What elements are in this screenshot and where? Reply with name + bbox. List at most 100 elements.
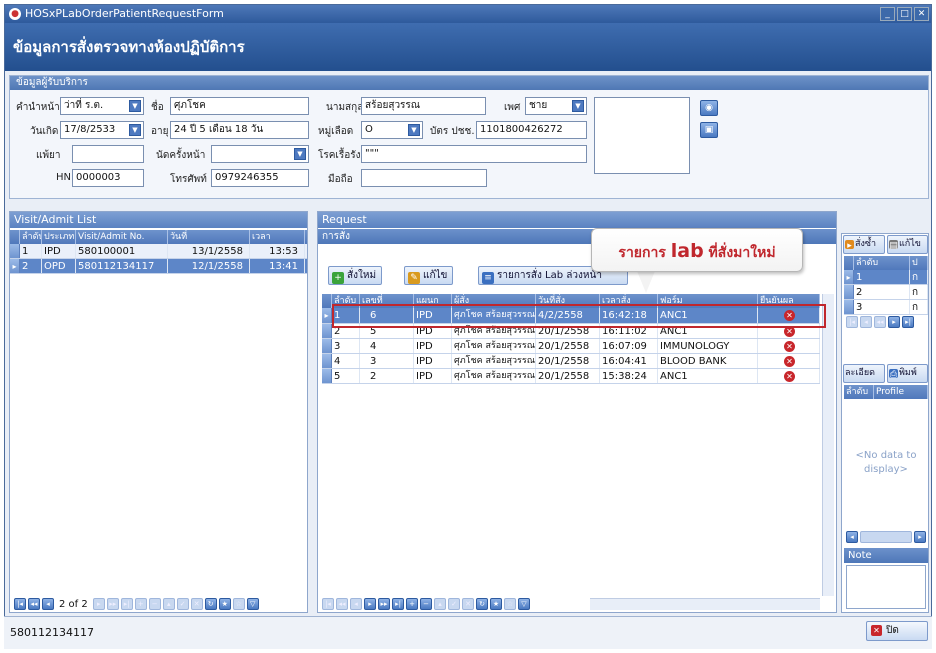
note-textarea[interactable] — [846, 565, 926, 609]
col-no[interactable]: ลำดับ — [20, 230, 42, 244]
col-type[interactable]: ประเภท — [42, 230, 76, 244]
print-button[interactable]: ⎙ พิมพ์ — [887, 364, 928, 383]
side-edit-button[interactable]: ▤แก้ไข — [887, 235, 928, 254]
refresh-button[interactable]: ↻ — [476, 598, 488, 610]
cell-orderer: ศุภโชค สร้อยสุวรรณ — [454, 369, 536, 383]
last-record-button[interactable]: ▸| — [902, 316, 914, 328]
refresh-button[interactable]: ↻ — [204, 598, 217, 610]
col-p[interactable]: ป — [910, 256, 928, 270]
allergy-field[interactable] — [72, 145, 144, 163]
next-page-button[interactable]: ▸▸ — [106, 598, 119, 610]
cell-number: 2 — [360, 369, 414, 383]
col-no[interactable]: ลำดับ — [844, 385, 874, 399]
next-record-button[interactable]: ▸ — [92, 598, 105, 610]
col-time[interactable]: เวลา — [250, 230, 305, 244]
first-record-button[interactable]: |◂ — [14, 598, 26, 610]
horizontal-scroll-track[interactable] — [860, 531, 912, 543]
cid-field[interactable]: 1101800426272 — [476, 121, 587, 139]
close-window-button[interactable]: ✕ — [914, 7, 929, 21]
cancel-record-button[interactable]: ✕ — [462, 598, 474, 610]
add-record-button[interactable]: + — [134, 598, 147, 610]
table-row[interactable]: 4 3 IPD ศุภโชค สร้อยสุวรรณ 20/1/2558 16:… — [322, 354, 820, 369]
table-row[interactable]: 3 ก — [844, 300, 928, 315]
add-record-button[interactable]: + — [406, 598, 418, 610]
filter-button[interactable]: ▽ — [518, 598, 530, 610]
first-record-button[interactable]: |◂ — [322, 598, 334, 610]
hn-field[interactable]: 0000003 — [72, 169, 144, 187]
chevron-down-icon: ▼ — [572, 100, 584, 112]
table-row[interactable]: 3 4 IPD ศุภโชค สร้อยสุวรรณ 20/1/2558 16:… — [322, 339, 820, 354]
maximize-button[interactable]: □ — [897, 7, 912, 21]
edit-record-button[interactable]: ▴ — [434, 598, 446, 610]
appt-select[interactable]: ▼ — [211, 145, 309, 163]
post-record-button[interactable]: ✓ — [176, 598, 189, 610]
cell-dept: IPD — [414, 369, 452, 383]
col-vn[interactable]: Visit/Admit No. — [76, 230, 168, 244]
bookmark-button[interactable]: ★ — [218, 598, 231, 610]
prev-page-button[interactable]: ◂◂ — [28, 598, 40, 610]
request-horizontal-scrollbar[interactable] — [590, 598, 820, 610]
delete-record-button[interactable]: − — [420, 598, 432, 610]
last-record-button[interactable]: ▸| — [392, 598, 404, 610]
detail-button[interactable]: ละเอียด — [843, 364, 885, 383]
cell-form: BLOOD BANK — [658, 354, 758, 368]
post-record-button[interactable]: ✓ — [448, 598, 460, 610]
scroll-left-button[interactable]: ◂ — [846, 531, 858, 543]
col-no[interactable]: ลำดับ — [854, 256, 910, 270]
last-record-button[interactable]: ▸| — [120, 598, 133, 610]
close-button[interactable]: ✕ ปิด — [866, 621, 928, 641]
filter-button[interactable]: ▽ — [246, 598, 259, 610]
row-indicator — [322, 369, 332, 383]
arrow-icon: ▸ — [845, 240, 854, 251]
table-row-selected[interactable]: ▸ 2 OPD 580112134117 12/1/2558 13:41 — [10, 259, 307, 274]
next-record-button[interactable]: ▸ — [888, 316, 900, 328]
goto-bookmark-button[interactable]: ☆ — [504, 598, 516, 610]
row-indicator-arrow-icon: ▸ — [322, 308, 332, 323]
bookmark-button[interactable]: ★ — [490, 598, 502, 610]
sex-select[interactable]: ชาย ▼ — [525, 97, 587, 115]
prefix-select[interactable]: ว่าที่ ร.ต. ▼ — [60, 97, 144, 115]
prev-page-button[interactable]: ◂◂ — [336, 598, 348, 610]
row-indicator-header — [10, 230, 20, 244]
document-icon: ▤ — [889, 240, 898, 251]
cell-type: IPD — [42, 244, 76, 258]
prev-record-button[interactable]: ◂ — [860, 316, 872, 328]
next-record-button[interactable]: ▸ — [364, 598, 376, 610]
col-date[interactable]: วันที่ — [168, 230, 250, 244]
col-profile[interactable]: Profile — [874, 385, 928, 399]
table-row-selected[interactable]: ▸ 1 ก — [844, 270, 928, 285]
table-row[interactable]: 5 2 IPD ศุภโชค สร้อยสุวรรณ 20/1/2558 15:… — [322, 369, 820, 384]
side-grid: ลำดับ ป ▸ 1 ก 2 ก 3 ก — [844, 256, 928, 315]
image-icon: ▣ — [704, 125, 714, 135]
cell-vn: 580100001 — [76, 244, 168, 258]
table-row[interactable]: 2 ก — [844, 285, 928, 300]
prev-page-button[interactable]: ◂◂ — [874, 316, 886, 328]
edit-record-button[interactable]: ▴ — [162, 598, 175, 610]
cell-vn: 580112134117 — [76, 259, 168, 273]
cell-date: 20/1/2558 — [536, 369, 600, 383]
blood-select[interactable]: O ▼ — [361, 121, 423, 139]
next-page-button[interactable]: ▸▸ — [378, 598, 390, 610]
edit-order-button[interactable]: ✎ แก้ไข — [404, 266, 454, 285]
prev-record-button[interactable]: ◂ — [42, 598, 54, 610]
mobile-field[interactable] — [361, 169, 487, 187]
minimize-button[interactable]: _ — [880, 7, 895, 21]
new-order-button[interactable]: + สั่งใหม่ — [328, 266, 383, 285]
request-vertical-scrollbar[interactable] — [822, 294, 834, 596]
delete-record-button[interactable]: − — [148, 598, 161, 610]
goto-bookmark-button[interactable]: ☆ — [232, 598, 245, 610]
reorder-button[interactable]: ▸ สั่งซ้ำ — [843, 235, 885, 254]
camera-button[interactable]: ◉ — [700, 100, 718, 116]
scroll-right-button[interactable]: ▸ — [914, 531, 926, 543]
phone-field[interactable]: 0979246355 — [211, 169, 309, 187]
side-grid-header: ลำดับ ป — [844, 256, 928, 270]
name-field[interactable]: ศุภโชค — [170, 97, 309, 115]
chronic-field[interactable]: """ — [361, 145, 587, 163]
first-record-button[interactable]: |◂ — [846, 316, 858, 328]
table-row[interactable]: 1 IPD 580100001 13/1/2558 13:53 — [10, 244, 307, 259]
surname-field[interactable]: สร้อยสุวรรณ — [361, 97, 486, 115]
prev-record-button[interactable]: ◂ — [350, 598, 362, 610]
dob-field[interactable]: 17/8/2533 ▼ — [60, 121, 144, 139]
image-button[interactable]: ▣ — [700, 122, 718, 138]
cancel-record-button[interactable]: ✕ — [190, 598, 203, 610]
